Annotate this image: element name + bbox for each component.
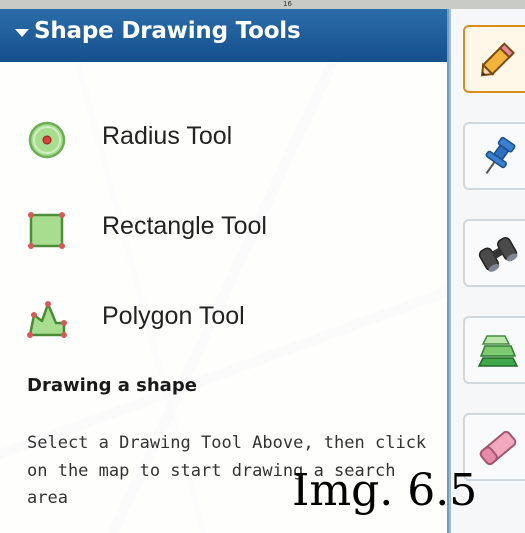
map-top-strip: 16: [0, 0, 525, 9]
polygon-tool[interactable]: Polygon Tool: [20, 294, 420, 344]
eraser-icon: [479, 430, 517, 466]
pushpin-button[interactable]: [463, 122, 525, 190]
rectangle-tool[interactable]: Rectangle Tool: [20, 204, 420, 254]
rectangle-shape-icon: [28, 212, 65, 249]
radius-tool-label: Radius Tool: [102, 122, 233, 150]
radius-circle-icon: [28, 121, 66, 159]
road-number-label: 16: [283, 0, 292, 8]
section-title: Drawing a shape: [27, 375, 197, 396]
draw-pencil-button[interactable]: [463, 25, 525, 93]
layers-icon: [477, 335, 519, 367]
pushpin-icon: [485, 136, 516, 174]
polygon-shape-icon: [27, 301, 67, 338]
panel-title: Shape Drawing Tools: [34, 18, 301, 44]
polygon-tool-label: Polygon Tool: [102, 302, 245, 330]
shape-drawing-panel: Shape Drawing Tools Radius Tool Rectangl…: [0, 9, 449, 533]
binoculars-icon: [478, 237, 518, 272]
binoculars-button[interactable]: [463, 219, 525, 287]
radius-tool[interactable]: Radius Tool: [20, 114, 420, 164]
collapse-caret-icon[interactable]: [15, 29, 29, 37]
pencil-icon: [480, 42, 515, 77]
rectangle-tool-label: Rectangle Tool: [102, 212, 267, 240]
figure-caption: Img. 6.5: [292, 465, 478, 516]
layers-button[interactable]: [463, 316, 525, 384]
right-toolbar: [449, 9, 525, 533]
panel-header[interactable]: Shape Drawing Tools: [0, 9, 447, 62]
